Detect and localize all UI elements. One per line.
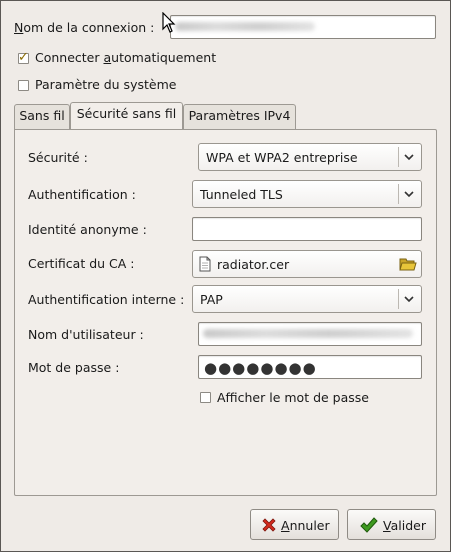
tab-securite-sans-fil-label: Sécurité sans fil [76, 106, 177, 121]
connection-name-input[interactable] [170, 15, 436, 39]
auth-combo[interactable]: Tunneled TLS [192, 180, 422, 208]
password-mask: ●●●●●●●● [204, 359, 317, 377]
auth-combo-value: Tunneled TLS [200, 187, 283, 202]
combo-separator [398, 147, 399, 167]
tab-sans-fil[interactable]: Sans fil [14, 104, 70, 129]
ca-cert-label: Certificat du CA : [28, 256, 135, 271]
mnemonic-ok: V [383, 518, 391, 533]
show-password-label[interactable]: Afficher le mot de passe [217, 390, 369, 405]
inner-auth-combo[interactable]: PAP [192, 285, 422, 313]
tab-securite-sans-fil[interactable]: Sécurité sans fil [70, 102, 183, 129]
chevron-down-icon [404, 154, 414, 161]
cancel-red-x-icon [262, 518, 276, 532]
username-label: Nom d'utilisateur : [28, 327, 144, 342]
green-check-icon [360, 517, 378, 533]
mnemonic-cancel: A [281, 518, 290, 533]
connection-name-label: Nom de la connexion : [14, 20, 154, 35]
username-input[interactable] [198, 322, 422, 346]
auto-connect-label[interactable]: Connecter automatiquement [35, 50, 216, 65]
document-icon [199, 256, 211, 272]
security-label: Sécurité : [28, 150, 88, 165]
dialog-window: Nom de la connexion : ✓ Connecter automa… [0, 0, 451, 552]
ok-button-label: Valider [383, 518, 426, 533]
combo-separator [398, 184, 399, 204]
ca-cert-filename: radiator.cer [217, 257, 290, 272]
mouse-pointer-icon [162, 12, 176, 33]
cancel-button-text: nnuler [289, 518, 330, 533]
auto-connect-checkbox[interactable]: ✓ [18, 50, 29, 65]
system-param-checkbox[interactable] [18, 80, 29, 91]
tab-sans-fil-label: Sans fil [19, 108, 65, 123]
chevron-down-icon [404, 191, 414, 198]
auth-label: Authentification : [28, 187, 136, 202]
show-password-checkbox[interactable] [200, 392, 211, 403]
ca-cert-filechooser[interactable]: radiator.cer [192, 250, 422, 278]
ok-button-text: alider [390, 518, 426, 533]
system-param-label[interactable]: Paramètre du système [35, 77, 176, 92]
auto-connect-text-post: utomatiquement [111, 50, 217, 65]
cancel-button-label: Annuler [281, 518, 330, 533]
tab-parametres-ipv4[interactable]: Paramètres IPv4 [183, 104, 296, 129]
password-label: Mot de passe : [28, 360, 120, 375]
ok-button[interactable]: Valider [347, 509, 436, 540]
connection-name-label-text: om de la connexion : [23, 20, 155, 35]
anon-identity-input[interactable] [192, 217, 422, 241]
mnemonic-n: N [14, 20, 24, 35]
anon-identity-label: Identité anonyme : [28, 222, 147, 237]
password-input[interactable]: ●●●●●●●● [198, 355, 422, 379]
auto-connect-text-pre: Connecter [35, 50, 104, 65]
security-combo[interactable]: WPA et WPA2 entreprise [198, 143, 422, 171]
inner-auth-combo-value: PAP [200, 292, 223, 307]
checkmark-icon: ✓ [18, 50, 29, 65]
tab-parametres-ipv4-label: Paramètres IPv4 [188, 108, 291, 123]
redacted-username [203, 329, 413, 338]
combo-separator [398, 289, 399, 309]
security-combo-value: WPA et WPA2 entreprise [206, 150, 358, 165]
chevron-down-icon [404, 296, 414, 303]
inner-auth-label: Authentification interne : [28, 292, 185, 307]
redacted-connection-name [175, 22, 315, 31]
cancel-button[interactable]: Annuler [250, 509, 339, 540]
folder-icon [399, 258, 417, 271]
